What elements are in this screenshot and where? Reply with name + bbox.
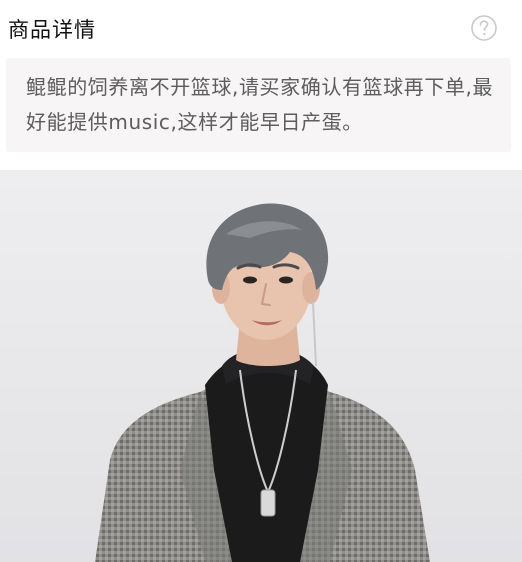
description-box: 鲲鲲的饲养离不开篮球,请买家确认有篮球再下单,最好能提供music,这样才能早日… — [6, 58, 511, 152]
product-photo[interactable] — [0, 170, 522, 562]
person-illustration — [0, 170, 522, 562]
product-detail-page: 商品详情 鲲鲲的饲养离不开篮球,请买家确认有篮球再下单,最好能提供music,这… — [0, 0, 522, 562]
description-text: 鲲鲲的饲养离不开篮球,请买家确认有篮球再下单,最好能提供music,这样才能早日… — [26, 75, 494, 134]
question-circle-icon[interactable] — [470, 14, 498, 42]
page-title: 商品详情 — [8, 18, 96, 42]
header: 商品详情 — [0, 0, 522, 58]
